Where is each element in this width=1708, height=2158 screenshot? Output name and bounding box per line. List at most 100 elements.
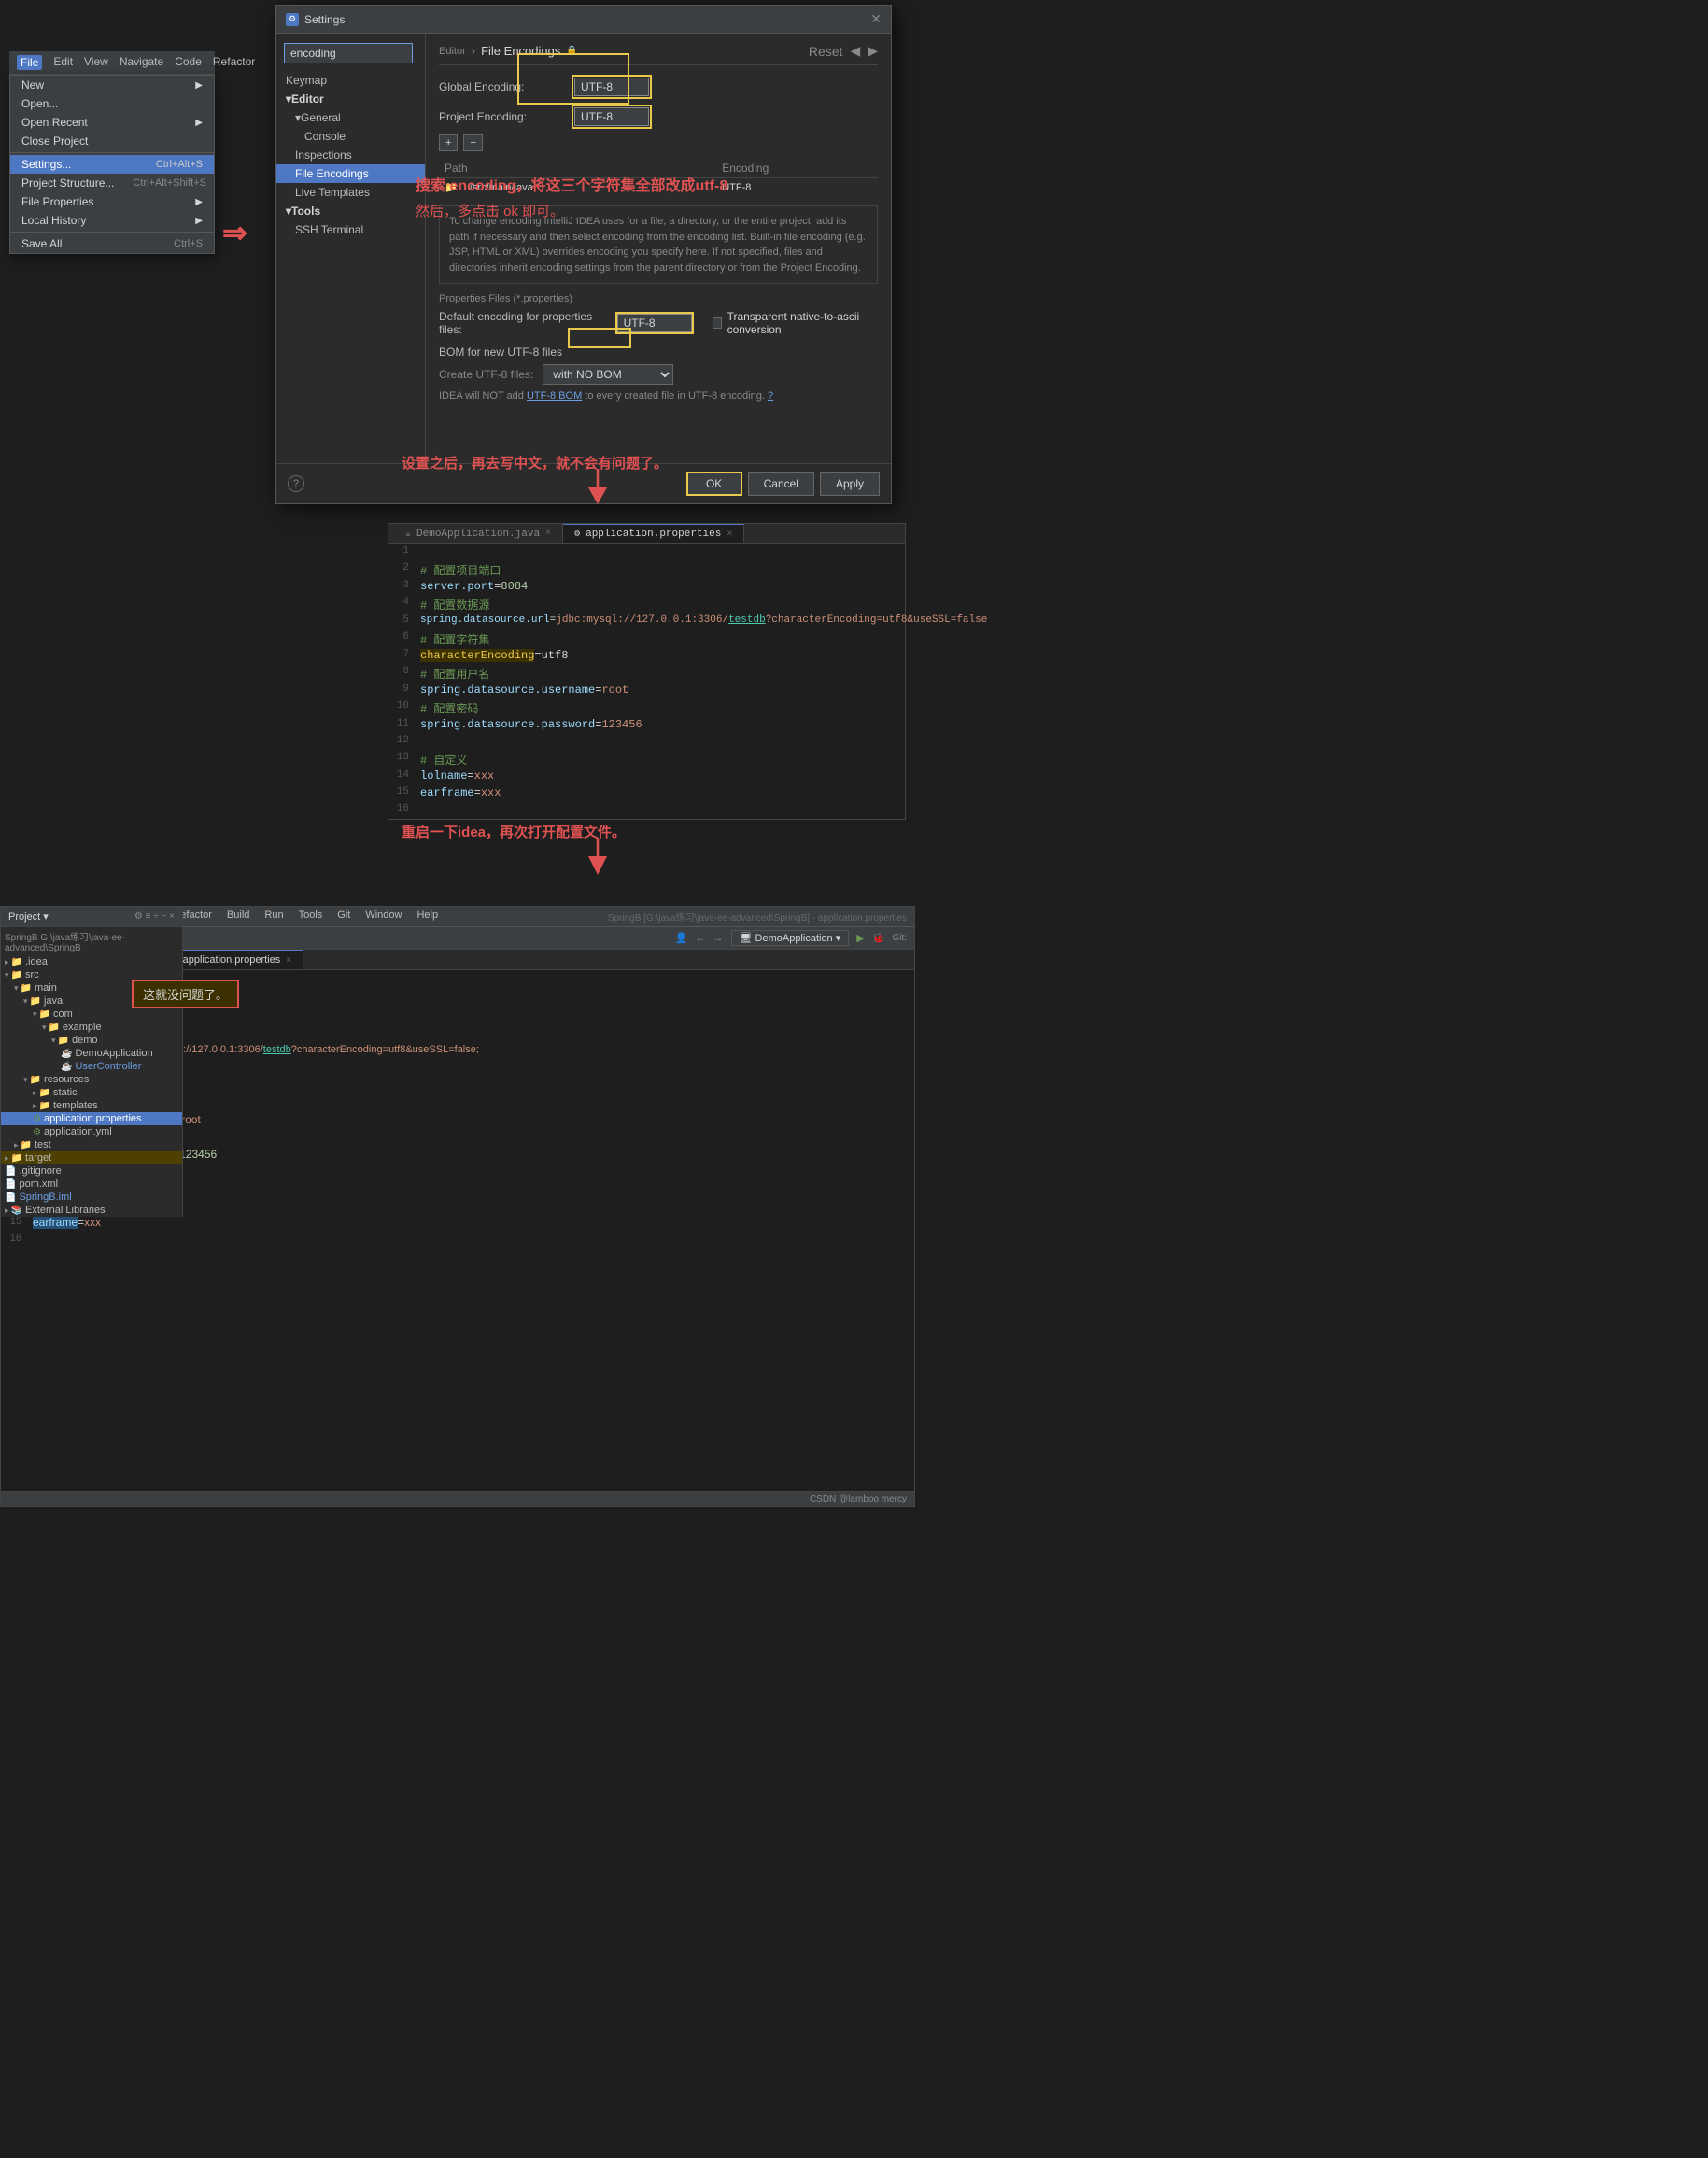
project-encoding-label: Project Encoding: xyxy=(439,110,560,123)
menu-item-save-all[interactable]: Save All Ctrl+S xyxy=(10,234,214,253)
info-text: To change encoding IntelliJ IDEA uses fo… xyxy=(449,216,866,274)
tree-item-static[interactable]: ▸ 📁 static xyxy=(1,1086,182,1099)
menu-item-file-properties[interactable]: File Properties ▶ xyxy=(10,192,214,211)
menu-item-open[interactable]: Open... xyxy=(10,94,214,113)
transparent-checkbox[interactable] xyxy=(713,317,722,329)
ide-title-spacer xyxy=(453,910,593,924)
menu-item-fp-label: File Properties xyxy=(21,195,93,208)
settings-search-input[interactable]: encoding xyxy=(284,43,413,63)
menu-item-new[interactable]: New ▶ xyxy=(10,76,214,94)
toolbar-forward[interactable]: → xyxy=(713,933,724,944)
tree-item-test[interactable]: ▸ 📁 test xyxy=(1,1138,182,1151)
sidebar-item-tools[interactable]: ▾ Tools xyxy=(276,202,425,220)
tree-item-app-props[interactable]: ⚙ application.properties xyxy=(1,1112,182,1125)
menu-refactor[interactable]: Refactor xyxy=(213,55,255,70)
menu-item-close-project[interactable]: Close Project xyxy=(10,132,214,150)
tree-item-demo[interactable]: ▾ 📁 demo xyxy=(1,1034,182,1047)
sidebar-item-general[interactable]: ▾ General xyxy=(276,108,425,127)
toolbar-run-btn[interactable]: ▶ xyxy=(856,932,864,944)
menu-item-open-recent[interactable]: Open Recent ▶ xyxy=(10,113,214,132)
ide-title-text: SpringB [G:\java练习\java-ee-advanced\Spri… xyxy=(608,910,907,924)
instruction-text-2: 然后，多点击 ok 即可。 xyxy=(416,201,564,220)
toolbar-run-select[interactable]: 🖥 DemoApplication ▾ xyxy=(731,930,850,946)
ide-menu-run[interactable]: Run xyxy=(264,910,283,924)
dialog-title: Settings xyxy=(304,13,345,26)
create-utf8-select[interactable]: with NO BOM xyxy=(543,364,673,385)
menu-view[interactable]: View xyxy=(84,55,108,70)
menu-item-settings[interactable]: Settings... Ctrl+Alt+S xyxy=(10,155,214,174)
tree-label-example: example xyxy=(63,1022,102,1033)
editor-tab-props[interactable]: ⚙ application.properties × xyxy=(563,524,744,543)
dialog-buttons: OK Cancel Apply xyxy=(686,472,880,496)
project-path-label: SpringB G:\java练习\java-ee-advanced\Sprin… xyxy=(1,927,182,955)
tree-item-resources[interactable]: ▾ 📁 resources xyxy=(1,1073,182,1086)
settings-reset-button[interactable]: Reset xyxy=(809,44,843,59)
ide-menu-help[interactable]: Help xyxy=(416,910,438,924)
code-line: 1 xyxy=(388,544,905,561)
menu-section: File Edit View Navigate Code Refactor Ne… xyxy=(9,51,215,254)
tree-label-templates: templates xyxy=(53,1100,98,1111)
tree-item-example[interactable]: ▾ 📁 example xyxy=(1,1021,182,1034)
remove-encoding-button[interactable]: − xyxy=(463,134,482,151)
tree-item-target[interactable]: ▸ 📁 target xyxy=(1,1151,182,1164)
tree-item-demo-app[interactable]: ☕ DemoApplication xyxy=(1,1047,182,1060)
file-dropdown: New ▶ Open... Open Recent ▶ Close Projec… xyxy=(9,75,215,254)
toolbar-profile[interactable]: 👤 xyxy=(675,932,688,944)
bom-learn-more[interactable]: ? xyxy=(768,390,773,402)
ok-button[interactable]: OK xyxy=(686,472,742,496)
tree-item-gitignore[interactable]: 📄 .gitignore xyxy=(1,1164,182,1178)
sidebar-item-ssh[interactable]: SSH Terminal xyxy=(276,220,425,239)
sidebar-tools-label: Tools xyxy=(291,205,320,218)
toolbar-back[interactable]: ← xyxy=(696,933,706,944)
global-encoding-select[interactable]: UTF-8 xyxy=(574,78,649,96)
project-encoding-select[interactable]: UTF-8 xyxy=(574,107,649,126)
sidebar-item-live-templates[interactable]: Live Templates xyxy=(276,183,425,202)
tree-item-templates[interactable]: ▸ 📁 templates xyxy=(1,1099,182,1112)
sidebar-item-file-encodings[interactable]: File Encodings xyxy=(276,164,425,183)
menu-code[interactable]: Code xyxy=(175,55,202,70)
close-tab-demo[interactable]: × xyxy=(545,529,551,539)
instruction-text-1: 搜索 encoding，将这三个字符集全部改成utf-8 xyxy=(416,173,727,195)
menu-item-lh-arrow: ▶ xyxy=(195,216,203,226)
bom-link[interactable]: UTF-8 BOM xyxy=(527,390,582,402)
ide-menu-build[interactable]: Build xyxy=(227,910,249,924)
global-encoding-wrapper: UTF-8 xyxy=(572,75,652,99)
menu-item-project-structure[interactable]: Project Structure... Ctrl+Alt+Shift+S xyxy=(10,174,214,192)
code-line: 4# 配置数据源 xyxy=(388,596,905,614)
ide-menu-git[interactable]: Git xyxy=(337,910,350,924)
settings-nav-back[interactable]: ◀ xyxy=(850,43,860,59)
default-encoding-select[interactable]: UTF-8 xyxy=(617,314,692,332)
ide-menu-window[interactable]: Window xyxy=(365,910,402,924)
menu-item-local-history[interactable]: Local History ▶ xyxy=(10,211,214,230)
tree-item-com[interactable]: ▾ 📁 com xyxy=(1,1008,182,1021)
tree-item-user-ctrl[interactable]: ☕ UserController xyxy=(1,1060,182,1073)
dialog-close-button[interactable]: ✕ xyxy=(870,11,882,27)
sidebar-item-console[interactable]: Console xyxy=(276,127,425,146)
close-ide-tab-props[interactable]: × xyxy=(286,955,291,966)
menu-item-lh-label: Local History xyxy=(21,214,86,227)
menu-navigate[interactable]: Navigate xyxy=(120,55,163,70)
add-encoding-button[interactable]: + xyxy=(439,134,458,151)
tree-label-target: target xyxy=(25,1152,51,1164)
menu-item-new-label: New xyxy=(21,78,44,92)
settings-nav-fwd[interactable]: ▶ xyxy=(868,43,878,59)
apply-button[interactable]: Apply xyxy=(820,472,880,496)
menu-file[interactable]: File xyxy=(17,55,42,70)
tree-item-pom[interactable]: 📄 pom.xml xyxy=(1,1178,182,1191)
sidebar-item-keymap[interactable]: Keymap xyxy=(276,71,425,90)
ide-main-area: Project ▾ ⚙ ≡ ÷ − × SpringB G:\java练习\ja… xyxy=(1,950,914,1491)
editor-tab-demo[interactable]: ☕ DemoApplication.java × xyxy=(394,524,563,543)
cancel-button[interactable]: Cancel xyxy=(748,472,814,496)
menu-edit[interactable]: Edit xyxy=(53,55,73,70)
tree-item-springb[interactable]: 📄 SpringB.iml xyxy=(1,1191,182,1204)
close-tab-props[interactable]: × xyxy=(727,529,732,540)
ide-menu-tools[interactable]: Tools xyxy=(299,910,323,924)
help-button[interactable]: ? xyxy=(288,475,304,492)
tree-item-ext-libs[interactable]: ▸ 📚 External Libraries xyxy=(1,1204,182,1217)
tree-label-user-ctrl: UserController xyxy=(75,1061,141,1072)
tree-item-app-yml[interactable]: ⚙ application.yml xyxy=(1,1125,182,1138)
tree-item-idea[interactable]: ▸ 📁 .idea xyxy=(1,955,182,968)
toolbar-debug-btn[interactable]: 🐞 xyxy=(872,932,885,944)
sidebar-item-inspections[interactable]: Inspections xyxy=(276,146,425,164)
sidebar-item-editor[interactable]: ▾ Editor xyxy=(276,90,425,108)
